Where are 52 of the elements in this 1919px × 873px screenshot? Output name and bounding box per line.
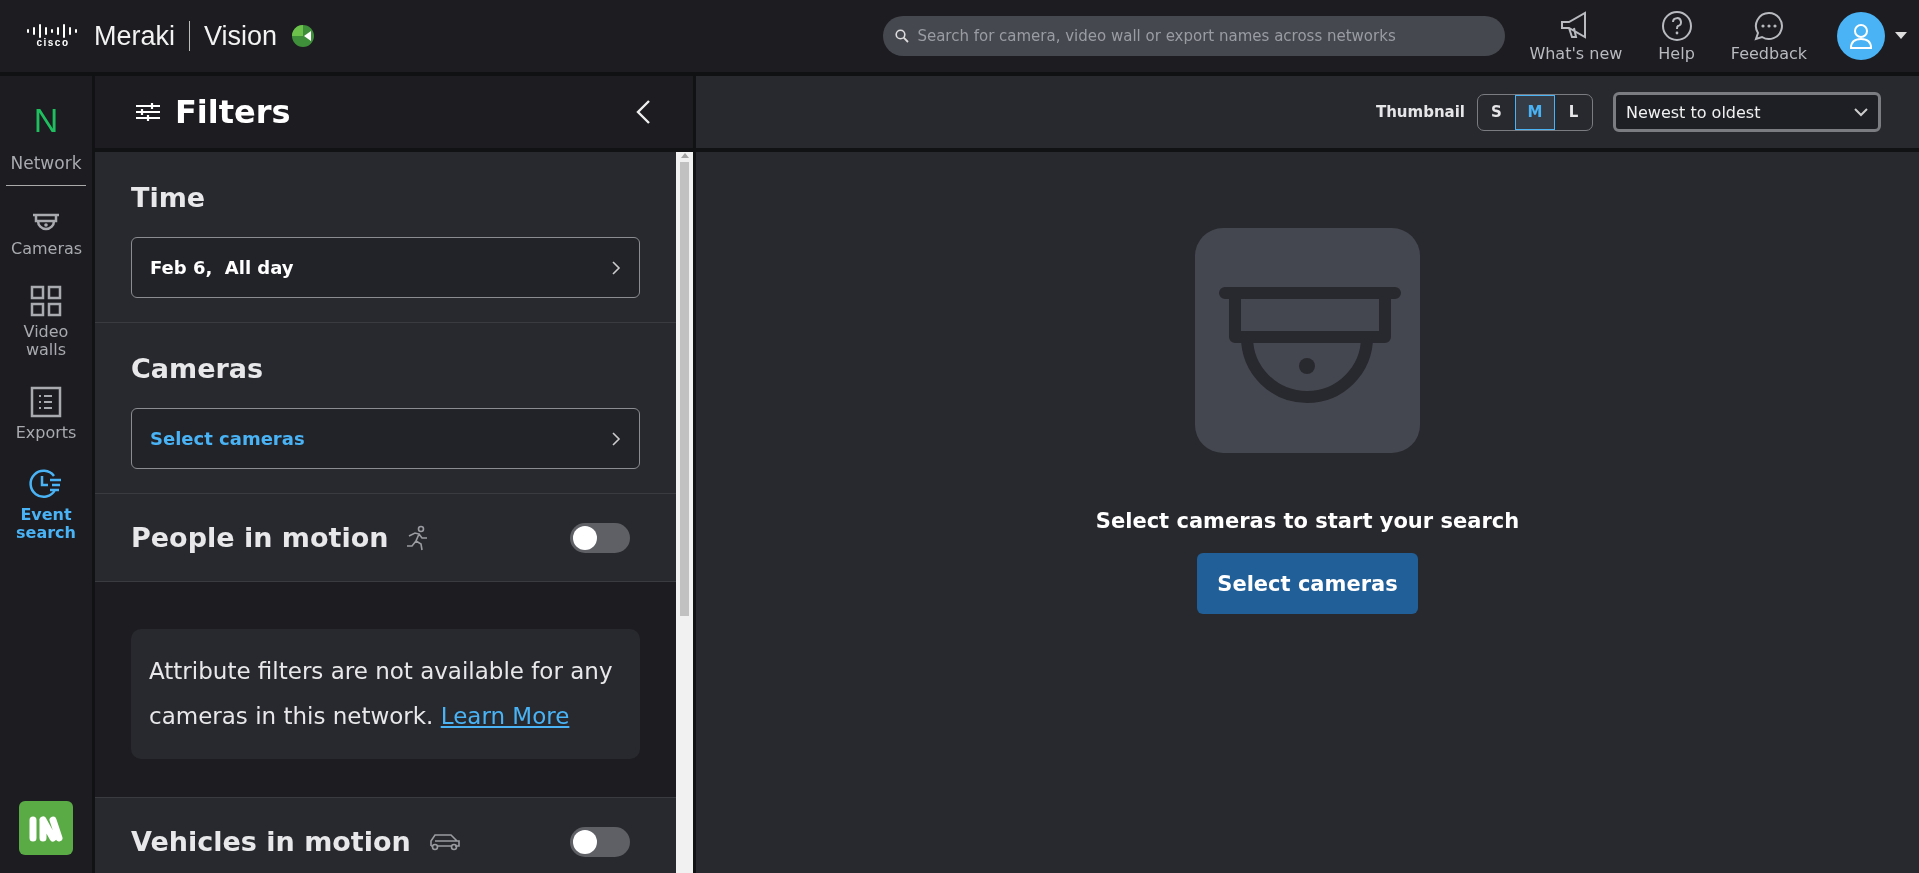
empty-message: Select cameras to start your search xyxy=(1095,509,1520,533)
nav-item[interactable]: Video walls xyxy=(2,284,90,360)
section-heading: Cameras xyxy=(131,353,265,384)
app-logo[interactable] xyxy=(19,801,73,855)
toggle-switch[interactable] xyxy=(570,826,630,857)
section-heading: Vehicles in motion xyxy=(131,826,411,857)
nav-item[interactable]: Exports xyxy=(2,385,90,442)
network-initial[interactable]: N xyxy=(33,102,59,140)
avatar[interactable] xyxy=(1837,12,1885,60)
chevron-right-icon xyxy=(611,430,621,447)
toggle-switch[interactable] xyxy=(570,522,630,553)
learn-more-link[interactable]: Learn More xyxy=(440,703,570,729)
vision-logo-icon xyxy=(291,24,316,48)
m-logo-icon xyxy=(29,814,63,842)
size-option[interactable]: L xyxy=(1555,94,1592,130)
help-icon xyxy=(1660,9,1693,42)
header-action[interactable]: Feedback xyxy=(1718,9,1819,63)
header-action[interactable]: Help xyxy=(1646,9,1707,63)
search-field[interactable]: Search for camera, video wall or export names across networks xyxy=(915,26,1494,46)
clock-icon xyxy=(28,467,64,500)
product-name: Meraki xyxy=(94,20,175,52)
chevron-down-icon xyxy=(1854,107,1868,117)
thumbnail-label: Thumbnail xyxy=(1375,103,1465,121)
bars-icon xyxy=(26,24,80,38)
chevron-left-icon xyxy=(635,99,651,125)
panel-title: Filters xyxy=(175,93,291,131)
grid-icon xyxy=(30,284,62,317)
header-action[interactable]: What's new xyxy=(1517,9,1635,63)
nav-item[interactable]: Cameras xyxy=(2,212,90,259)
size-option[interactable]: M xyxy=(1515,94,1555,130)
sort-dropdown[interactable]: Newest to oldest xyxy=(1613,92,1881,132)
brand-logo-text: cisco xyxy=(36,38,70,48)
notice-text: Attribute filters are not available for any cameras in this network. Learn More xyxy=(131,629,640,759)
section-heading: Time xyxy=(131,182,207,213)
list-icon xyxy=(30,385,62,418)
search-icon xyxy=(895,29,910,43)
chevron-right-icon xyxy=(611,259,621,276)
dome-camera-icon xyxy=(1195,228,1420,453)
sliders-icon xyxy=(135,102,161,122)
section-heading: People in motion xyxy=(131,522,389,553)
caret-icon[interactable] xyxy=(1895,32,1907,40)
picker-field[interactable]: Select cameras xyxy=(131,408,640,469)
app-name: Vision xyxy=(204,20,278,52)
user-icon xyxy=(1849,23,1873,49)
car-icon xyxy=(428,831,461,852)
network-label: Network xyxy=(6,153,86,187)
nav-item[interactable]: Event search xyxy=(2,467,90,543)
chat-icon xyxy=(1752,9,1785,42)
search-bar[interactable]: Search for camera, video wall or export names across networks xyxy=(883,16,1506,56)
picker-field[interactable]: Feb 6, All day xyxy=(131,237,640,298)
size-option[interactable]: S xyxy=(1478,94,1515,130)
select-cameras-button[interactable]: Select cameras xyxy=(1197,553,1418,614)
